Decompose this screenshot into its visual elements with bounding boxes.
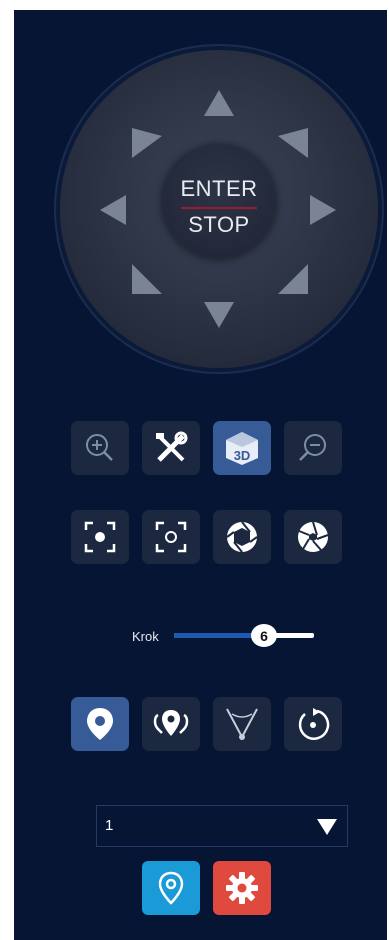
enter-label: ENTER (180, 176, 258, 201)
settings-button[interactable] (213, 861, 271, 915)
focus-far-icon (155, 521, 187, 553)
iris-close-button[interactable] (284, 510, 342, 564)
location-pin-icon (158, 871, 184, 905)
arrow-down-icon[interactable] (204, 302, 234, 328)
zoom-in-icon (86, 434, 113, 461)
preset-select-value: 1 (105, 817, 114, 834)
tools-button[interactable] (142, 421, 200, 475)
preset-icon (87, 708, 113, 740)
arrow-up-icon[interactable] (204, 90, 234, 116)
enter-stop-button[interactable]: ENTER STOP (163, 146, 275, 258)
goto-preset-button[interactable] (142, 861, 200, 915)
zoom-out-button[interactable] (284, 421, 342, 475)
3d-button[interactable]: 3D (213, 421, 271, 475)
ptz-joystick: ENTER STOP (60, 50, 378, 368)
focus-near-button[interactable] (71, 510, 129, 564)
arrow-down-right-icon[interactable] (278, 264, 308, 294)
arrow-up-right-icon[interactable] (278, 128, 308, 158)
focus-near-icon (84, 521, 116, 553)
rotate-icon (298, 708, 330, 740)
iris-close-icon (298, 521, 329, 552)
rotate-button[interactable] (284, 697, 342, 751)
arrow-up-left-icon[interactable] (132, 128, 162, 158)
step-slider-handle[interactable]: 6 (251, 624, 277, 647)
pattern-button[interactable] (213, 697, 271, 751)
3d-icon: 3D (226, 432, 258, 465)
focus-far-button[interactable] (142, 510, 200, 564)
svg-text:3D: 3D (234, 448, 251, 463)
iris-open-icon (226, 521, 258, 553)
arrow-left-icon[interactable] (100, 195, 126, 225)
iris-open-button[interactable] (213, 510, 271, 564)
step-slider[interactable]: 6 (174, 624, 314, 647)
stop-label: STOP (188, 212, 250, 237)
zoom-out-icon (299, 434, 326, 461)
pattern-icon (226, 708, 258, 740)
arrow-down-left-icon[interactable] (132, 264, 162, 294)
enter-stop-divider (181, 207, 257, 209)
ptz-control-panel: ENTER STOP 3D Krok 6 1 (14, 10, 387, 940)
arrow-right-icon[interactable] (310, 195, 336, 225)
tour-button[interactable] (142, 697, 200, 751)
zoom-in-button[interactable] (71, 421, 129, 475)
gear-icon (226, 872, 258, 904)
step-label: Krok (132, 629, 159, 644)
preset-button[interactable] (71, 697, 129, 751)
tour-icon (153, 710, 189, 736)
tools-icon (156, 431, 188, 462)
preset-select[interactable]: 1 (96, 805, 348, 847)
chevron-down-icon (317, 819, 337, 835)
